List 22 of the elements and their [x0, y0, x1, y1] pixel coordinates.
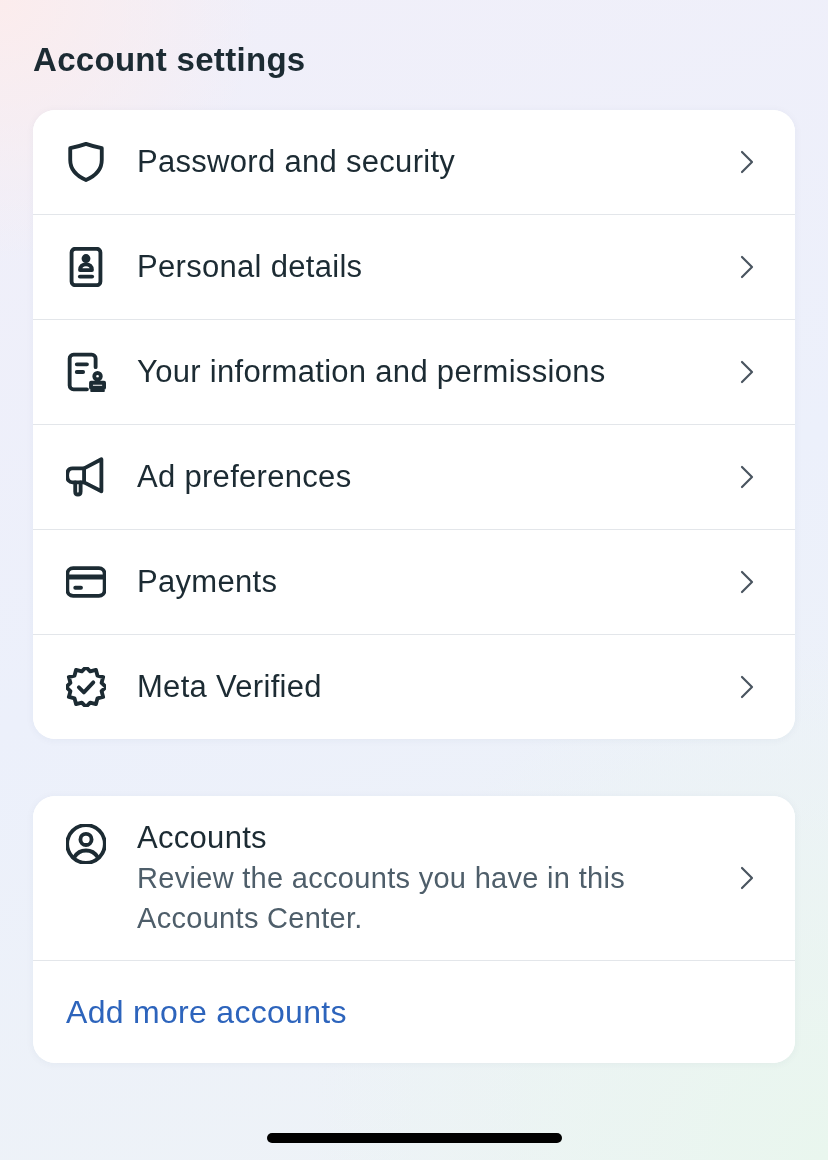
page-title: Account settings: [33, 40, 306, 80]
settings-menu-item[interactable]: Password and security: [33, 110, 795, 214]
chevron-right-icon: [740, 255, 754, 279]
chevron-right-icon: [740, 675, 754, 699]
item-description: Review the accounts you have in this Accounts Center.: [137, 861, 626, 936]
shield-icon: [66, 142, 106, 182]
badge-check-icon: [66, 667, 106, 707]
chevron-right-icon: [740, 360, 754, 384]
chevron-right-icon: [740, 570, 754, 594]
megaphone-icon: [66, 457, 106, 497]
settings-menu-item[interactable]: Meta Verified: [33, 634, 795, 739]
chevron-right-icon: [740, 465, 754, 489]
accounts-menu-item[interactable]: Accounts Review the accounts you have in this Accounts Center.: [33, 796, 795, 961]
chevron-right-icon: [740, 150, 754, 174]
settings-menu-item[interactable]: Your information and permissions: [33, 319, 795, 424]
chevron-right-icon: [740, 866, 754, 890]
document-stamp-icon: [66, 352, 106, 392]
add-accounts-link[interactable]: Add more accounts: [66, 992, 347, 1032]
item-title: Accounts: [137, 819, 267, 857]
settings-menu-item[interactable]: Payments: [33, 529, 795, 634]
settings-menu-item[interactable]: Personal details: [33, 214, 795, 319]
settings-menu-item[interactable]: Ad preferences: [33, 424, 795, 529]
